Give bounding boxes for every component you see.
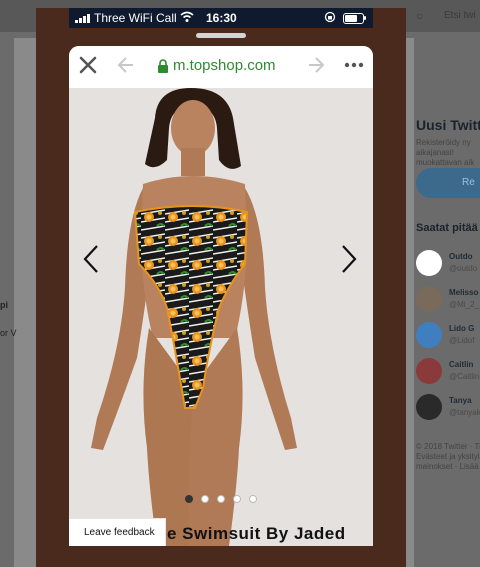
signup-text-2: aikajanasi!	[416, 148, 454, 157]
browser-navbar: m.topshop.com	[69, 46, 373, 88]
left-edge-text: or V	[0, 328, 17, 338]
account-name[interactable]: Outdo	[449, 252, 473, 261]
leave-feedback-label: Leave feedback	[84, 527, 155, 538]
signup-button-label: Re	[462, 177, 475, 188]
rotation-lock-icon	[324, 11, 336, 23]
search-icon[interactable]: ○	[416, 9, 423, 23]
account-name[interactable]: Tanya	[449, 396, 472, 405]
avatar[interactable]	[416, 250, 442, 276]
account-handle: @outdo	[449, 264, 478, 273]
suggestions-heading: Saatat pitää	[416, 222, 478, 234]
product-image[interactable]: Leave feedback e Swimsuit By Jaded	[69, 88, 373, 546]
avatar[interactable]	[416, 286, 442, 312]
carousel-dots	[185, 495, 265, 503]
chevron-right-icon[interactable]	[341, 244, 357, 274]
signal-icon	[75, 14, 91, 23]
carousel-dot[interactable]	[201, 495, 209, 503]
lock-icon	[158, 59, 168, 73]
signup-button[interactable]: Re	[416, 168, 480, 198]
signup-text-3: muokattavan aik	[416, 158, 475, 167]
wifi-icon	[180, 11, 194, 22]
product-title: e Swimsuit By Jaded	[167, 524, 346, 543]
signup-heading: Uusi Twitte	[416, 117, 480, 133]
clock: 16:30	[206, 11, 237, 25]
avatar[interactable]	[416, 394, 442, 420]
browser-view: m.topshop.com Leave feedback e Swimsuit …	[69, 46, 373, 546]
battery-icon	[343, 13, 364, 24]
leave-feedback-button[interactable]: Leave feedback	[69, 518, 166, 546]
carrier-label: Three WiFi Call	[94, 11, 177, 25]
account-name[interactable]: Melisso	[449, 288, 478, 297]
account-handle: @Lidof	[449, 336, 475, 345]
signup-text-1: Rekisteröidy ny	[416, 138, 471, 147]
carousel-dot[interactable]	[233, 495, 241, 503]
forward-arrow-icon[interactable]	[307, 54, 325, 76]
status-bar: Three WiFi Call 16:30	[69, 8, 373, 28]
carousel-dot[interactable]	[249, 495, 257, 503]
carousel-dot[interactable]	[185, 495, 193, 503]
close-icon[interactable]	[77, 54, 99, 76]
avatar[interactable]	[416, 358, 442, 384]
product-photo	[91, 88, 297, 546]
url-field[interactable]: m.topshop.com	[173, 57, 276, 74]
sheet-grabber[interactable]	[196, 33, 246, 38]
back-arrow-icon[interactable]	[117, 54, 135, 76]
account-handle: @tanyak	[449, 408, 480, 417]
chevron-left-icon[interactable]	[83, 244, 99, 274]
search-input[interactable]: Etsi twi	[444, 10, 476, 21]
footer-text-1: © 2018 Twitter · Tie	[416, 442, 480, 451]
footer-text-2: Evästeet ja yksityisy	[416, 452, 480, 461]
account-handle: @Caitlin	[449, 372, 480, 381]
avatar[interactable]	[416, 322, 442, 348]
carousel-dot[interactable]	[217, 495, 225, 503]
left-edge-text: pi	[0, 300, 8, 310]
more-icon[interactable]	[343, 54, 365, 76]
account-name[interactable]: Lido G	[449, 324, 474, 333]
footer-text-3: mainokset · Lisää	[416, 462, 479, 471]
account-handle: @Mi_2_	[449, 300, 479, 309]
account-name[interactable]: Caitlin	[449, 360, 473, 369]
